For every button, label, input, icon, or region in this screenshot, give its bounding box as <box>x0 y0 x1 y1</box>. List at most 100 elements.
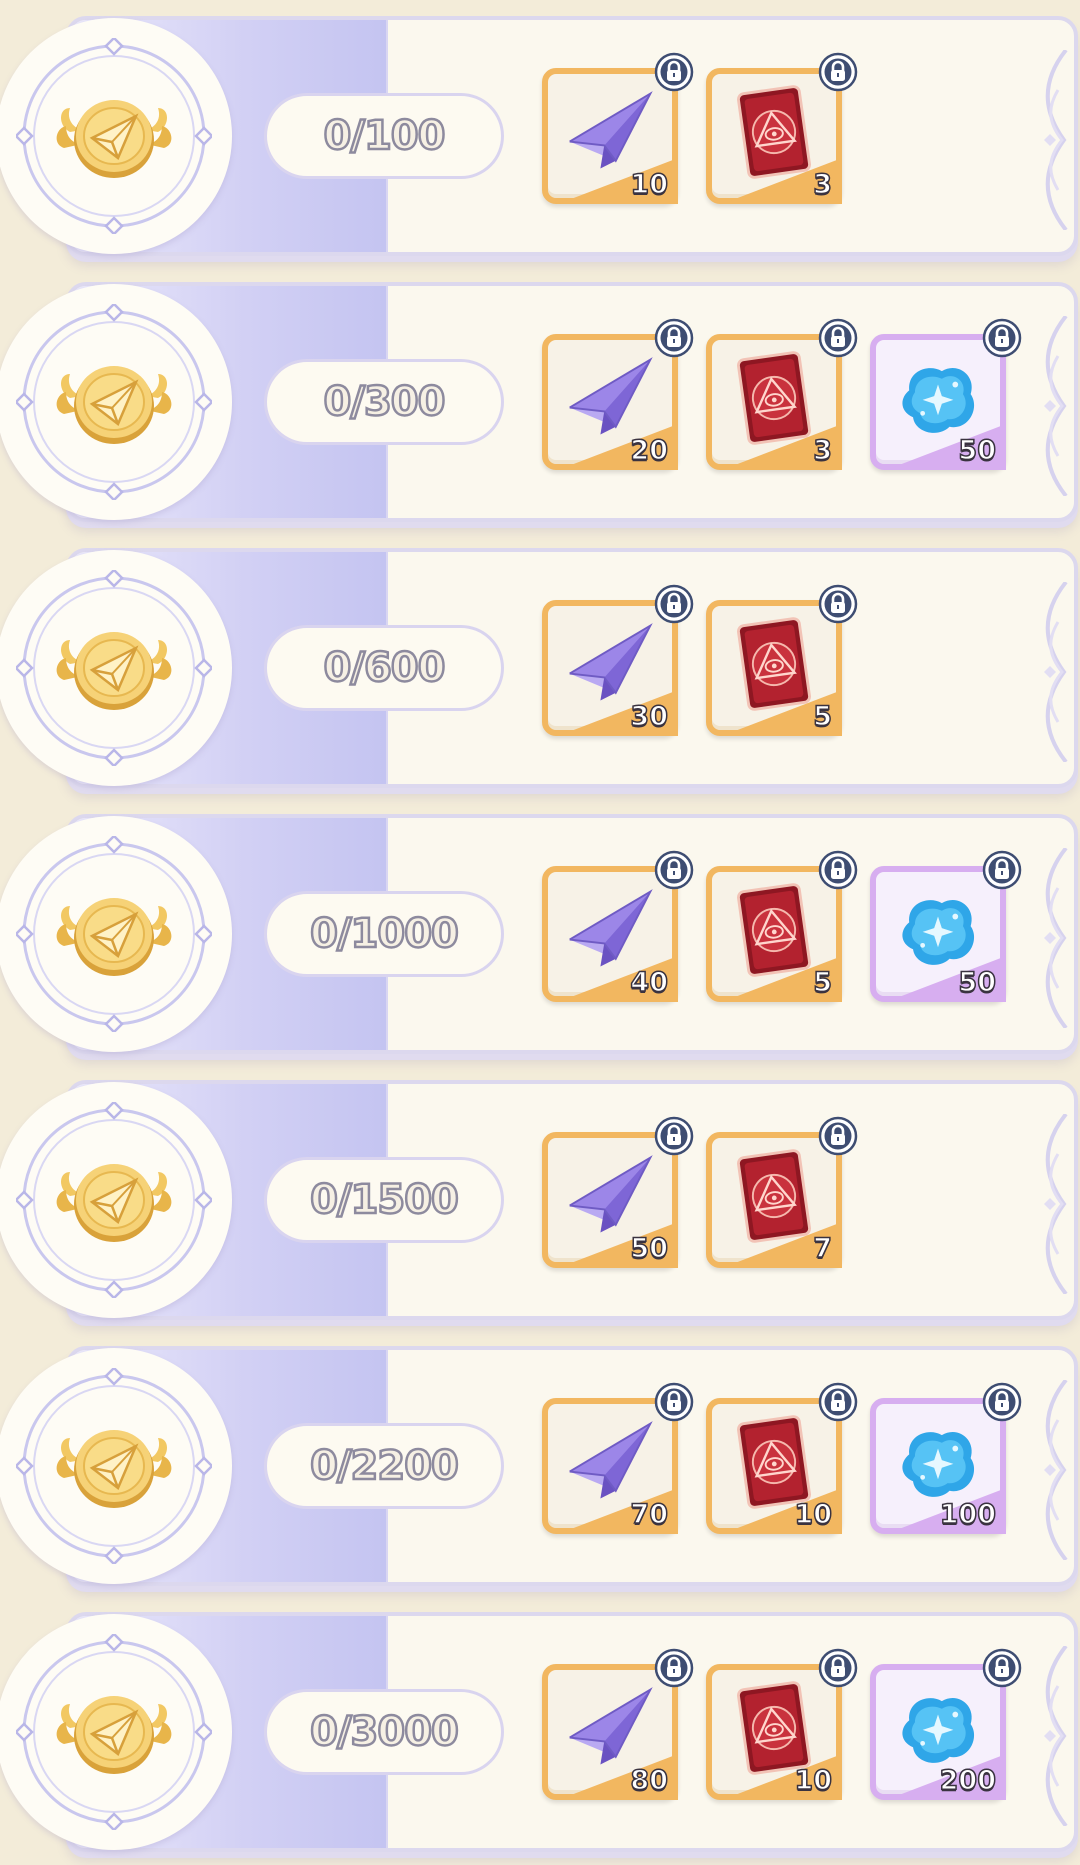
reward-slot-red-card[interactable]: 3 <box>706 52 858 204</box>
paper-plane-icon <box>569 623 653 701</box>
progress-counter: 0/300 <box>264 359 504 445</box>
lock-badge-icon <box>818 52 858 92</box>
reward-quantity: 3 <box>812 434 832 467</box>
progress-counter: 0/2200 <box>264 1423 504 1509</box>
reward-quantity: 50 <box>958 966 997 999</box>
reward-quantity: 80 <box>630 1764 669 1797</box>
paper-plane-icon <box>569 1687 653 1765</box>
paper-plane-icon <box>569 1421 653 1499</box>
reward-quantity: 100 <box>939 1498 997 1531</box>
reward-quantity: 40 <box>630 966 669 999</box>
progress-counter: 0/100 <box>264 93 504 179</box>
milestone-medal <box>0 1082 232 1318</box>
milestone-reward-list: 0/100 10 3 0/300 20 3 50 0/600 30 5 0/10… <box>0 0 1080 1865</box>
progress-counter: 0/1500 <box>264 1157 504 1243</box>
milestone-medal <box>0 284 232 520</box>
row-side-ornament <box>1044 50 1068 230</box>
blue-crystal-icon <box>902 367 975 433</box>
reward-slot-blue-gem[interactable]: 50 <box>870 318 1022 470</box>
reward-quantity: 3 <box>812 168 832 201</box>
lock-badge-icon <box>654 850 694 890</box>
reward-slot-paper-plane[interactable]: 20 <box>542 318 694 470</box>
reward-quantity: 200 <box>939 1764 997 1797</box>
milestone-medal <box>0 816 232 1052</box>
lock-badge-icon <box>654 1116 694 1156</box>
lock-badge-icon <box>818 318 858 358</box>
reward-slot-red-card[interactable]: 7 <box>706 1116 858 1268</box>
reward-slot-paper-plane[interactable]: 50 <box>542 1116 694 1268</box>
winged-paper-plane-medal-icon <box>56 1164 172 1242</box>
lock-badge-icon <box>818 850 858 890</box>
reward-slot-paper-plane[interactable]: 10 <box>542 52 694 204</box>
red-eye-card-icon <box>737 85 811 179</box>
row-side-ornament <box>1044 316 1068 496</box>
red-eye-card-icon <box>737 351 811 445</box>
reward-slot-red-card[interactable]: 10 <box>706 1382 858 1534</box>
reward-slot-red-card[interactable]: 10 <box>706 1648 858 1800</box>
row-side-ornament <box>1044 848 1068 1028</box>
milestone-medal <box>0 18 232 254</box>
row-side-ornament <box>1044 1646 1068 1826</box>
lock-badge-icon <box>818 1382 858 1422</box>
winged-paper-plane-medal-icon <box>56 1430 172 1508</box>
reward-quantity: 5 <box>812 966 832 999</box>
lock-badge-icon <box>982 1648 1022 1688</box>
reward-quantity: 30 <box>630 700 669 733</box>
winged-paper-plane-medal-icon <box>56 100 172 178</box>
reward-slot-paper-plane[interactable]: 80 <box>542 1648 694 1800</box>
winged-paper-plane-medal-icon <box>56 366 172 444</box>
red-eye-card-icon <box>737 1681 811 1775</box>
reward-quantity: 10 <box>794 1498 833 1531</box>
reward-slot-paper-plane[interactable]: 30 <box>542 584 694 736</box>
reward-quantity: 5 <box>812 700 832 733</box>
reward-quantity: 10 <box>630 168 669 201</box>
row-side-ornament <box>1044 1114 1068 1294</box>
reward-slot-blue-gem[interactable]: 50 <box>870 850 1022 1002</box>
reward-quantity: 70 <box>630 1498 669 1531</box>
reward-quantity: 7 <box>812 1232 832 1265</box>
paper-plane-icon <box>569 91 653 169</box>
progress-counter: 0/600 <box>264 625 504 711</box>
lock-badge-icon <box>982 850 1022 890</box>
reward-quantity: 10 <box>794 1764 833 1797</box>
red-eye-card-icon <box>737 1415 811 1509</box>
milestone-medal <box>0 1614 232 1850</box>
lock-badge-icon <box>654 318 694 358</box>
progress-counter: 0/3000 <box>264 1689 504 1775</box>
lock-badge-icon <box>654 52 694 92</box>
lock-badge-icon <box>654 1648 694 1688</box>
lock-badge-icon <box>654 1382 694 1422</box>
reward-slot-paper-plane[interactable]: 40 <box>542 850 694 1002</box>
reward-slot-blue-gem[interactable]: 200 <box>870 1648 1022 1800</box>
lock-badge-icon <box>818 1116 858 1156</box>
row-side-ornament <box>1044 582 1068 762</box>
progress-counter: 0/1000 <box>264 891 504 977</box>
blue-crystal-icon <box>902 1697 975 1763</box>
lock-badge-icon <box>654 584 694 624</box>
winged-paper-plane-medal-icon <box>56 898 172 976</box>
row-side-ornament <box>1044 1380 1068 1560</box>
reward-quantity: 50 <box>958 434 997 467</box>
reward-slot-paper-plane[interactable]: 70 <box>542 1382 694 1534</box>
reward-slot-red-card[interactable]: 5 <box>706 850 858 1002</box>
reward-slot-red-card[interactable]: 3 <box>706 318 858 470</box>
reward-slot-blue-gem[interactable]: 100 <box>870 1382 1022 1534</box>
lock-badge-icon <box>982 1382 1022 1422</box>
reward-slot-red-card[interactable]: 5 <box>706 584 858 736</box>
lock-badge-icon <box>818 584 858 624</box>
milestone-medal <box>0 1348 232 1584</box>
red-eye-card-icon <box>737 883 811 977</box>
reward-quantity: 50 <box>630 1232 669 1265</box>
lock-badge-icon <box>982 318 1022 358</box>
lock-badge-icon <box>818 1648 858 1688</box>
paper-plane-icon <box>569 1155 653 1233</box>
blue-crystal-icon <box>902 899 975 965</box>
blue-crystal-icon <box>902 1431 975 1497</box>
winged-paper-plane-medal-icon <box>56 1696 172 1774</box>
reward-quantity: 20 <box>630 434 669 467</box>
milestone-medal <box>0 550 232 786</box>
winged-paper-plane-medal-icon <box>56 632 172 710</box>
red-eye-card-icon <box>737 617 811 711</box>
paper-plane-icon <box>569 357 653 435</box>
red-eye-card-icon <box>737 1149 811 1243</box>
